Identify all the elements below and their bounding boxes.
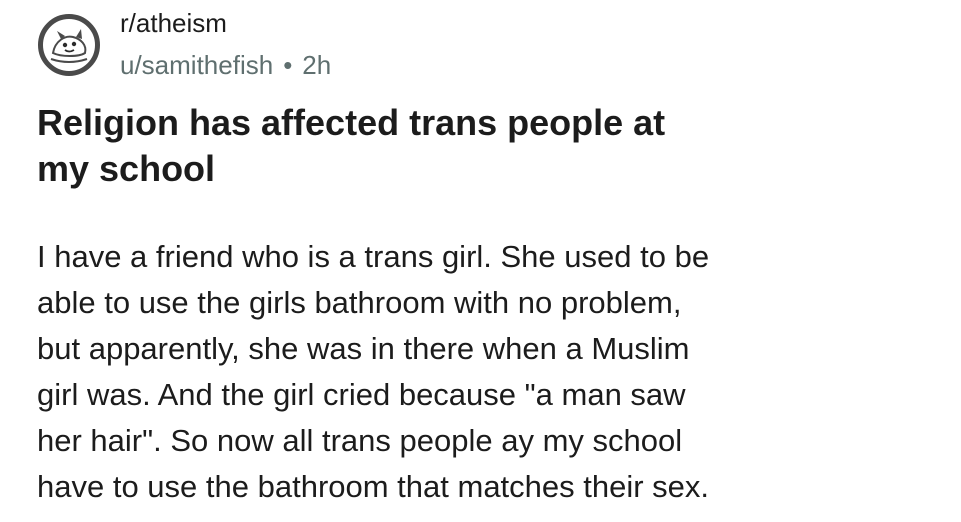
post-body-line: girl was. And the girl cried because "a …: [37, 377, 686, 412]
post-meta: r/atheism u/samithefish • 2h: [120, 6, 331, 80]
post-body-line: able to use the girls bathroom with no p…: [37, 285, 682, 320]
post-timestamp: 2h: [302, 50, 332, 80]
post-body-line: I have a friend who is a trans girl. She…: [37, 239, 710, 274]
subreddit-link[interactable]: r/atheism: [120, 8, 331, 38]
post-body-line: but apparently, she was in there when a …: [37, 331, 690, 366]
author-link[interactable]: u/samithefish: [120, 50, 273, 80]
post-body-line: have to use the bathroom that matches th…: [37, 469, 710, 504]
avatar-illustration: [50, 29, 88, 63]
post-title-line: my school: [37, 148, 216, 189]
byline: u/samithefish • 2h: [120, 50, 331, 80]
post-title-line: Religion has affected trans people at: [37, 102, 666, 143]
post-body: I have a friend who is a trans girl. She…: [37, 234, 937, 510]
post-body-line: her hair". So now all trans people ay my…: [37, 423, 683, 458]
subreddit-avatar-icon[interactable]: [38, 14, 100, 76]
post-header: r/atheism u/samithefish • 2h: [38, 6, 331, 86]
reddit-post: r/atheism u/samithefish • 2h Religion ha…: [0, 0, 961, 522]
post-title[interactable]: Religion has affected trans people at my…: [37, 100, 917, 192]
byline-separator: •: [283, 50, 293, 80]
